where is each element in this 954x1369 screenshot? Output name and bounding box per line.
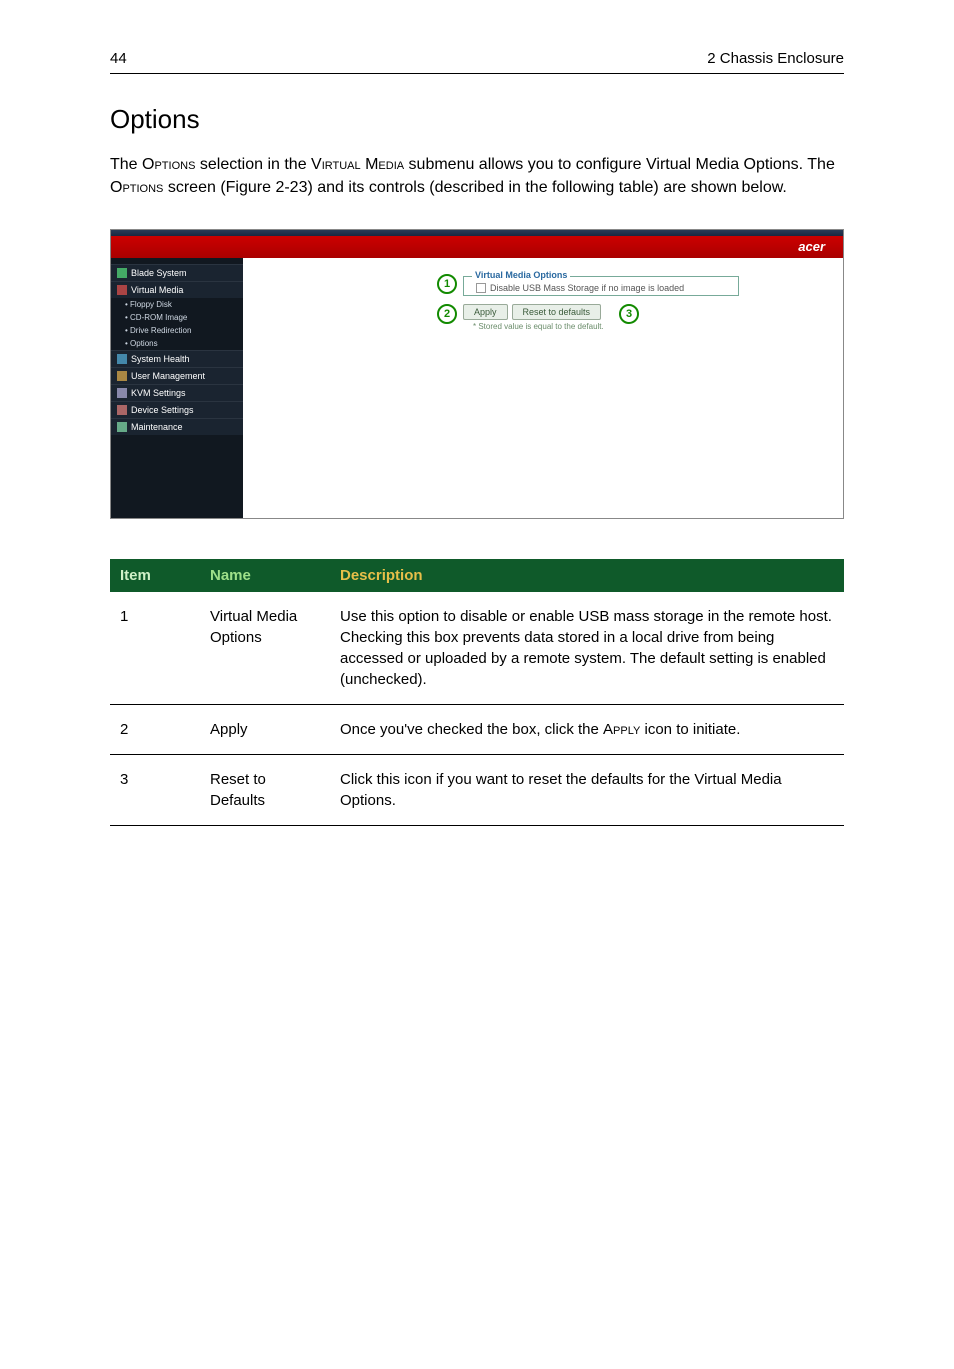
header-rule xyxy=(110,73,844,74)
sidebar-item-label: Device Settings xyxy=(131,405,194,415)
intro-sc-options2: Options xyxy=(110,179,163,196)
cell-desc: Use this option to disable or enable USB… xyxy=(330,592,844,705)
sidebar-sub-floppy[interactable]: • Floppy Disk xyxy=(111,298,243,311)
desc-text: Once you've checked the box, click the xyxy=(340,721,603,738)
apply-button[interactable]: Apply xyxy=(463,304,508,320)
sidebar-nav: Blade System Virtual Media • Floppy Disk… xyxy=(111,258,243,518)
cell-name: Reset to Defaults xyxy=(200,755,330,826)
sidebar-sub-label: CD-ROM Image xyxy=(130,313,187,322)
sidebar-item-maintenance[interactable]: Maintenance xyxy=(111,418,243,435)
chapter-title: 2 Chassis Enclosure xyxy=(707,50,844,67)
desc-sc-apply: Apply xyxy=(603,721,640,738)
col-item: Item xyxy=(110,559,200,592)
gear-icon xyxy=(117,405,127,415)
desc-text: icon to initiate. xyxy=(640,721,740,738)
table-row: 1 Virtual Media Options Use this option … xyxy=(110,592,844,705)
intro-paragraph: The Options selection in the Virtual Med… xyxy=(110,153,844,199)
sidebar-item-blade-system[interactable]: Blade System xyxy=(111,264,243,281)
sidebar-item-device-settings[interactable]: Device Settings xyxy=(111,401,243,418)
table-row: 2 Apply Once you've checked the box, cli… xyxy=(110,705,844,755)
intro-text: selection in the xyxy=(195,156,311,173)
sidebar-item-label: User Management xyxy=(131,371,205,381)
sidebar-item-kvm-settings[interactable]: KVM Settings xyxy=(111,384,243,401)
sidebar-item-label: Blade System xyxy=(131,268,187,278)
media-icon xyxy=(117,285,127,295)
cell-item: 3 xyxy=(110,755,200,826)
sidebar-item-user-management[interactable]: User Management xyxy=(111,367,243,384)
screenshot-figure: acer Blade System Virtual Media • Floppy… xyxy=(110,229,844,519)
health-icon xyxy=(117,354,127,364)
users-icon xyxy=(117,371,127,381)
disable-usb-row: Disable USB Mass Storage if no image is … xyxy=(476,283,726,293)
kvm-icon xyxy=(117,388,127,398)
fieldset-legend: Virtual Media Options xyxy=(472,270,570,280)
sidebar-sub-label: Floppy Disk xyxy=(130,300,172,309)
intro-sc-virtual-media: Virtual Media xyxy=(311,156,404,173)
callout-2: 2 xyxy=(437,304,457,324)
sidebar-sub-cdrom[interactable]: • CD-ROM Image xyxy=(111,311,243,324)
cell-item: 2 xyxy=(110,705,200,755)
sidebar-item-label: Virtual Media xyxy=(131,285,183,295)
callout-3: 3 xyxy=(619,304,639,324)
cell-name: Virtual Media Options xyxy=(200,592,330,705)
cell-item: 1 xyxy=(110,592,200,705)
virtual-media-options-fieldset: Virtual Media Options Disable USB Mass S… xyxy=(463,276,739,296)
reset-defaults-button[interactable]: Reset to defaults xyxy=(512,304,602,320)
disable-usb-label: Disable USB Mass Storage if no image is … xyxy=(490,283,684,293)
col-description: Description xyxy=(330,559,844,592)
intro-text: The xyxy=(110,156,142,173)
cell-desc: Click this icon if you want to reset the… xyxy=(330,755,844,826)
page-title: Options xyxy=(110,104,844,135)
sidebar-sub-label: Drive Redirection xyxy=(130,326,191,335)
cell-desc: Once you've checked the box, click the A… xyxy=(330,705,844,755)
brand-bar: acer xyxy=(111,236,843,258)
intro-sc-options: Options xyxy=(142,156,195,173)
disable-usb-checkbox[interactable] xyxy=(476,283,486,293)
page-header: 44 2 Chassis Enclosure xyxy=(110,50,844,67)
sidebar-item-system-health[interactable]: System Health xyxy=(111,350,243,367)
sidebar-item-label: System Health xyxy=(131,354,190,364)
sidebar-item-label: KVM Settings xyxy=(131,388,186,398)
table-row: 3 Reset to Defaults Click this icon if y… xyxy=(110,755,844,826)
wrench-icon xyxy=(117,422,127,432)
blade-icon xyxy=(117,268,127,278)
sidebar-sub-options[interactable]: • Options xyxy=(111,337,243,350)
stored-value-hint: * Stored value is equal to the default. xyxy=(473,322,739,331)
sidebar-sub-drive-redirection[interactable]: • Drive Redirection xyxy=(111,324,243,337)
col-name: Name xyxy=(200,559,330,592)
page-number: 44 xyxy=(110,50,127,67)
brand-logo: acer xyxy=(798,239,825,254)
options-panel: Virtual Media Options Disable USB Mass S… xyxy=(463,276,739,331)
sidebar-item-virtual-media[interactable]: Virtual Media xyxy=(111,281,243,298)
intro-text: submenu allows you to configure Virtual … xyxy=(404,156,835,173)
callout-1: 1 xyxy=(437,274,457,294)
sidebar-item-label: Maintenance xyxy=(131,422,183,432)
intro-text: screen (Figure 2-23) and its controls (d… xyxy=(163,179,786,196)
sidebar-sub-label: Options xyxy=(130,339,158,348)
cell-name: Apply xyxy=(200,705,330,755)
content-pane: Virtual Media Options Disable USB Mass S… xyxy=(243,258,843,518)
controls-table: Item Name Description 1 Virtual Media Op… xyxy=(110,559,844,826)
